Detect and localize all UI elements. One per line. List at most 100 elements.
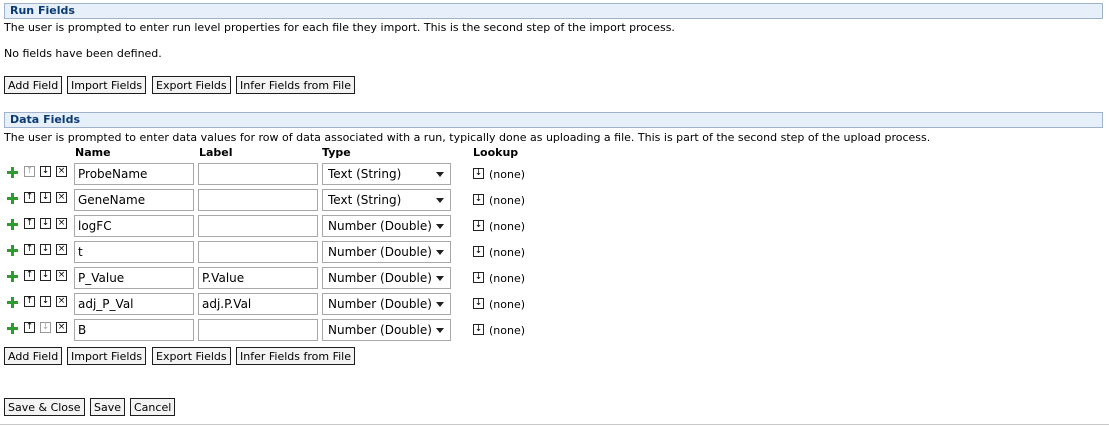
move-down-icon[interactable]: ↓: [40, 296, 51, 307]
field-lookup-value: (none): [489, 194, 526, 207]
field-row: ↑ ↓ × t Number (Double) ↓ (none): [0, 241, 600, 263]
field-name-input[interactable]: ProbeName: [74, 163, 194, 185]
move-up-icon[interactable]: ↑: [24, 322, 35, 333]
chevron-down-icon: [436, 302, 444, 307]
move-up-icon[interactable]: ↑: [24, 192, 35, 203]
field-type-value: Number (Double): [328, 323, 432, 337]
column-header-name: Name: [75, 146, 111, 159]
lookup-dropdown-icon[interactable]: ↓: [473, 168, 484, 179]
move-up-icon[interactable]: ↑: [24, 296, 35, 307]
field-label-input[interactable]: [198, 241, 318, 263]
data-fields-description: The user is prompted to enter data value…: [4, 131, 931, 144]
data-import-fields-button[interactable]: Import Fields: [67, 347, 147, 365]
column-header-lookup: Lookup: [473, 146, 519, 159]
field-label-input[interactable]: [198, 319, 318, 341]
chevron-down-icon: [436, 172, 444, 177]
add-row-icon[interactable]: [6, 244, 19, 257]
lookup-dropdown-icon[interactable]: ↓: [473, 246, 484, 257]
field-type-value: Text (String): [328, 193, 402, 207]
field-lookup-value: (none): [489, 168, 526, 181]
field-name-input[interactable]: P_Value: [74, 267, 194, 289]
move-down-icon[interactable]: ↓: [40, 244, 51, 255]
add-row-icon[interactable]: [6, 192, 19, 205]
field-type-select[interactable]: Number (Double): [322, 319, 451, 341]
field-name-input[interactable]: B: [74, 319, 194, 341]
field-name-input[interactable]: logFC: [74, 215, 194, 237]
add-row-icon[interactable]: [6, 296, 19, 309]
add-row-icon[interactable]: [6, 270, 19, 283]
field-type-select[interactable]: Number (Double): [322, 267, 451, 289]
field-name-input[interactable]: adj_P_Val: [74, 293, 194, 315]
field-type-select[interactable]: Text (String): [322, 163, 451, 185]
chevron-down-icon: [436, 328, 444, 333]
field-type-value: Number (Double): [328, 219, 432, 233]
run-export-fields-button[interactable]: Export Fields: [152, 76, 231, 94]
field-label-input[interactable]: [198, 163, 318, 185]
move-up-icon[interactable]: ↑: [24, 166, 35, 177]
run-fields-empty-message: No fields have been defined.: [4, 47, 162, 60]
lookup-dropdown-icon[interactable]: ↓: [473, 272, 484, 283]
field-label-input[interactable]: P.Value: [198, 267, 318, 289]
field-type-value: Number (Double): [328, 245, 432, 259]
delete-icon[interactable]: ×: [56, 218, 67, 229]
move-up-icon[interactable]: ↑: [24, 270, 35, 281]
field-label-input[interactable]: [198, 189, 318, 211]
move-up-icon[interactable]: ↑: [24, 218, 35, 229]
field-label-input[interactable]: adj.P.Val: [198, 293, 318, 315]
field-lookup-value: (none): [489, 246, 526, 259]
field-type-value: Number (Double): [328, 297, 432, 311]
field-type-select[interactable]: Number (Double): [322, 215, 451, 237]
field-row: ↑ ↓ × logFC Number (Double) ↓ (none): [0, 215, 600, 237]
add-row-icon[interactable]: [6, 218, 19, 231]
move-down-icon[interactable]: ↓: [40, 166, 51, 177]
lookup-dropdown-icon[interactable]: ↓: [473, 324, 484, 335]
move-down-icon[interactable]: ↓: [40, 322, 51, 333]
data-fields-header: Data Fields: [4, 112, 1103, 128]
field-row: ↑ ↓ × adj_P_Val adj.P.Val Number (Double) ↓ (no…: [0, 293, 600, 315]
column-header-type: Type: [322, 146, 351, 159]
field-lookup-value: (none): [489, 220, 526, 233]
delete-icon[interactable]: ×: [56, 322, 67, 333]
delete-icon[interactable]: ×: [56, 296, 67, 307]
delete-icon[interactable]: ×: [56, 270, 67, 281]
field-label-input[interactable]: [198, 215, 318, 237]
move-up-icon[interactable]: ↑: [24, 244, 35, 255]
save-close-button[interactable]: Save & Close: [4, 398, 85, 416]
add-row-icon[interactable]: [6, 166, 19, 179]
move-down-icon[interactable]: ↓: [40, 270, 51, 281]
run-add-field-button[interactable]: Add Field: [4, 76, 63, 94]
run-infer-fields-button[interactable]: Infer Fields from File: [236, 76, 355, 94]
delete-icon[interactable]: ×: [56, 244, 67, 255]
lookup-dropdown-icon[interactable]: ↓: [473, 220, 484, 231]
data-infer-fields-button[interactable]: Infer Fields from File: [236, 347, 355, 365]
field-row: ↑ ↓ × B Number (Double) ↓ (none): [0, 319, 600, 341]
field-row: ↑ ↓ × P_Value P.Value Number (Double) ↓ (none): [0, 267, 600, 289]
field-type-value: Number (Double): [328, 271, 432, 285]
field-row: ↑ ↓ × ProbeName Text (String) ↓ (none): [0, 163, 600, 185]
delete-icon[interactable]: ×: [56, 166, 67, 177]
field-type-select[interactable]: Number (Double): [322, 241, 451, 263]
data-add-field-button[interactable]: Add Field: [4, 347, 63, 365]
delete-icon[interactable]: ×: [56, 192, 67, 203]
field-lookup-value: (none): [489, 298, 526, 311]
field-type-value: Text (String): [328, 167, 402, 181]
field-row: ↑ ↓ × GeneName Text (String) ↓ (none): [0, 189, 600, 211]
field-name-input[interactable]: GeneName: [74, 189, 194, 211]
field-lookup-value: (none): [489, 272, 526, 285]
field-type-select[interactable]: Number (Double): [322, 293, 451, 315]
field-lookup-value: (none): [489, 324, 526, 337]
add-row-icon[interactable]: [6, 322, 19, 335]
save-button[interactable]: Save: [90, 398, 126, 416]
chevron-down-icon: [436, 250, 444, 255]
data-export-fields-button[interactable]: Export Fields: [152, 347, 231, 365]
field-type-select[interactable]: Text (String): [322, 189, 451, 211]
run-import-fields-button[interactable]: Import Fields: [67, 76, 147, 94]
run-fields-header: Run Fields: [4, 3, 1103, 19]
run-fields-description: The user is prompted to enter run level …: [4, 21, 675, 34]
field-name-input[interactable]: t: [74, 241, 194, 263]
lookup-dropdown-icon[interactable]: ↓: [473, 298, 484, 309]
lookup-dropdown-icon[interactable]: ↓: [473, 194, 484, 205]
move-down-icon[interactable]: ↓: [40, 192, 51, 203]
move-down-icon[interactable]: ↓: [40, 218, 51, 229]
cancel-button[interactable]: Cancel: [130, 398, 176, 416]
